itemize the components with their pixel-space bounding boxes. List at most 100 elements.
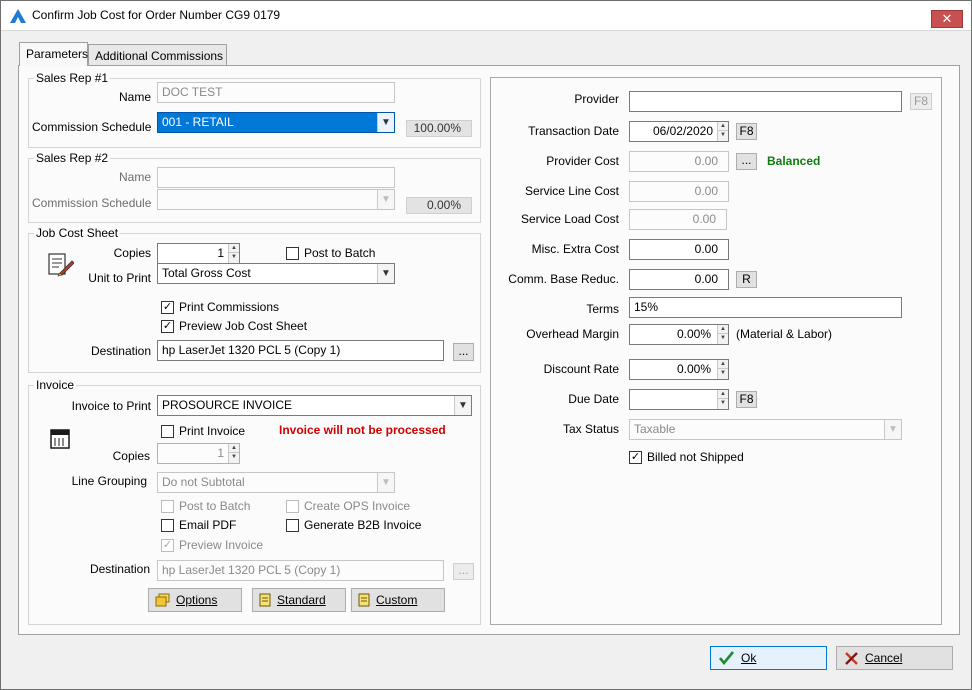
service-line-cost-label: Service Line Cost: [524, 184, 619, 198]
rep2-schedule-label: Commission Schedule: [32, 196, 152, 210]
sales-rep-2-title: Sales Rep #2: [34, 151, 111, 165]
rep1-schedule-select[interactable]: 001 - RETAIL ▼: [157, 112, 395, 133]
chevron-down-icon[interactable]: ▼: [377, 264, 394, 283]
provider-field[interactable]: [629, 91, 902, 112]
close-button[interactable]: ✕: [931, 10, 963, 28]
cancel-button[interactable]: Cancel: [836, 646, 953, 670]
transaction-date-field[interactable]: 06/02/2020 ▲ ▼: [629, 121, 729, 142]
discount-rate-value: 0.00%: [676, 362, 711, 376]
checkbox-box[interactable]: [286, 500, 299, 513]
line-grouping-value: Do not Subtotal: [162, 475, 245, 489]
rep1-name-field[interactable]: DOC TEST: [157, 82, 395, 103]
provider-cost-browse-button[interactable]: ...: [736, 153, 757, 170]
comm-base-reduc-field[interactable]: 0.00: [629, 269, 729, 290]
billed-not-shipped-checkbox[interactable]: ✓ Billed not Shipped: [629, 450, 769, 466]
ok-button[interactable]: Ok: [710, 646, 827, 670]
tax-status-label: Tax Status: [562, 422, 619, 436]
overhead-margin-label: Overhead Margin: [526, 327, 619, 341]
tab-additional-commissions[interactable]: Additional Commissions: [88, 44, 227, 66]
create-ops-invoice-checkbox[interactable]: Create OPS Invoice: [286, 499, 426, 515]
cancel-button-label: Cancel: [865, 651, 903, 665]
transaction-date-value: 06/02/2020: [652, 124, 713, 138]
chevron-down-icon[interactable]: ▼: [377, 473, 394, 492]
rep2-percent: 0.00%: [406, 197, 472, 214]
comm-base-reduc-r-button[interactable]: R: [736, 271, 757, 288]
rep2-schedule-select[interactable]: ▼: [157, 189, 395, 210]
chevron-down-icon[interactable]: ▼: [377, 113, 394, 132]
jcs-print-commissions-checkbox[interactable]: ✓ Print Commissions: [161, 300, 311, 316]
tax-status-select[interactable]: Taxable ▼: [629, 419, 902, 440]
generate-b2b-checkbox[interactable]: Generate B2B Invoice: [286, 518, 426, 534]
checkbox-box[interactable]: ✓: [629, 451, 642, 464]
jcs-print-commissions-label: Print Commissions: [179, 300, 280, 314]
chevron-down-icon[interactable]: ▼: [884, 420, 901, 439]
chevron-down-icon[interactable]: ▼: [377, 190, 394, 209]
window-title: Confirm Job Cost for Order Number CG9 01…: [32, 8, 281, 22]
sales-rep-1-title: Sales Rep #1: [34, 71, 111, 85]
invoice-destination-field[interactable]: hp LaserJet 1320 PCL 5 (Copy 1): [157, 560, 444, 581]
jcs-copies-stepper[interactable]: 1 ▲ ▼: [157, 243, 240, 264]
jcs-destination-browse-button[interactable]: ...: [453, 343, 474, 361]
terms-field[interactable]: 15%: [629, 297, 902, 318]
jcs-post-to-batch-label: Post to Batch: [304, 246, 376, 260]
invoice-post-to-batch-checkbox[interactable]: Post to Batch: [161, 499, 271, 515]
custom-button[interactable]: Custom: [351, 588, 445, 612]
options-button[interactable]: Options: [148, 588, 242, 612]
discount-rate-label: Discount Rate: [543, 362, 619, 376]
jcs-unit-value: Total Gross Cost: [162, 266, 251, 280]
checkbox-box[interactable]: ✓: [161, 301, 174, 314]
invoice-copies-stepper[interactable]: 1 ▲ ▼: [157, 443, 240, 464]
line-grouping-label: Line Grouping: [71, 474, 147, 488]
jcs-destination-label: Destination: [90, 344, 151, 358]
print-invoice-checkbox[interactable]: Print Invoice: [161, 424, 271, 440]
checkmark-icon: [719, 651, 734, 665]
invoice-destination-label: Destination: [89, 562, 150, 576]
spinner-icon[interactable]: ▲ ▼: [717, 122, 728, 141]
jcs-destination-field[interactable]: hp LaserJet 1320 PCL 5 (Copy 1): [157, 340, 444, 361]
line-grouping-select[interactable]: Do not Subtotal ▼: [157, 472, 395, 493]
invoice-print-value: PROSOURCE INVOICE: [162, 398, 293, 412]
checkbox-box[interactable]: [286, 519, 299, 532]
standard-button[interactable]: Standard: [252, 588, 346, 612]
spinner-icon[interactable]: ▲ ▼: [228, 244, 239, 263]
checkbox-box[interactable]: ✓: [161, 320, 174, 333]
checkbox-box[interactable]: [161, 500, 174, 513]
provider-cost-field[interactable]: 0.00: [629, 151, 729, 172]
jcs-preview-label: Preview Job Cost Sheet: [179, 319, 308, 333]
invoice-preview-checkbox[interactable]: ✓ Preview Invoice: [161, 538, 281, 554]
misc-extra-cost-field[interactable]: 0.00: [629, 239, 729, 260]
rep1-schedule-value: 001 - RETAIL: [162, 115, 234, 129]
spinner-icon[interactable]: ▲ ▼: [717, 325, 728, 344]
chevron-down-icon[interactable]: ▼: [454, 396, 471, 415]
spinner-icon[interactable]: ▲ ▼: [717, 360, 728, 379]
spinner-icon[interactable]: ▲ ▼: [717, 390, 728, 409]
discount-rate-stepper[interactable]: 0.00% ▲ ▼: [629, 359, 729, 380]
service-line-cost-field[interactable]: 0.00: [629, 181, 729, 202]
invoice-print-select[interactable]: PROSOURCE INVOICE ▼: [157, 395, 472, 416]
overhead-margin-stepper[interactable]: 0.00% ▲ ▼: [629, 324, 729, 345]
tab-parameters[interactable]: Parameters: [19, 42, 88, 66]
provider-f8-button[interactable]: F8: [910, 93, 932, 110]
due-date-f8-button[interactable]: F8: [736, 391, 757, 408]
checkbox-box[interactable]: ✓: [161, 539, 174, 552]
standard-button-label: Standard: [277, 593, 326, 607]
email-pdf-checkbox[interactable]: Email PDF: [161, 518, 271, 534]
checkbox-box[interactable]: [161, 519, 174, 532]
rep2-name-field[interactable]: [157, 167, 395, 188]
rep1-percent: 100.00%: [406, 120, 472, 137]
invoice-print-label: Invoice to Print: [71, 399, 151, 413]
due-date-field[interactable]: ▲ ▼: [629, 389, 729, 410]
comm-base-reduc-label: Comm. Base Reduc.: [508, 272, 619, 286]
transaction-date-f8-button[interactable]: F8: [736, 123, 757, 140]
invoice-destination-browse-button[interactable]: ...: [453, 563, 474, 580]
jcs-post-to-batch-checkbox[interactable]: Post to Batch: [286, 246, 396, 262]
dialog-window: Confirm Job Cost for Order Number CG9 01…: [0, 0, 972, 690]
checkbox-box[interactable]: [286, 247, 299, 260]
jcs-unit-select[interactable]: Total Gross Cost ▼: [157, 263, 395, 284]
jcs-preview-checkbox[interactable]: ✓ Preview Job Cost Sheet: [161, 319, 331, 335]
title-bar: Confirm Job Cost for Order Number CG9 01…: [1, 1, 971, 31]
service-load-cost-field[interactable]: 0.00: [629, 209, 727, 230]
spinner-icon[interactable]: ▲ ▼: [228, 444, 239, 463]
checkbox-box[interactable]: [161, 425, 174, 438]
billed-not-shipped-label: Billed not Shipped: [647, 450, 744, 464]
